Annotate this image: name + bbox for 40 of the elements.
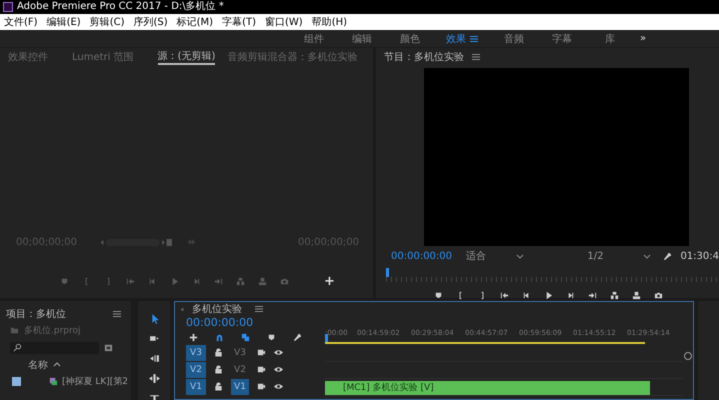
menu-item[interactable]: 标记(M) <box>176 15 214 29</box>
playhead-timecode[interactable]: 00:00:00:00 <box>186 316 325 330</box>
window-title: Adobe Premiere Pro CC 2017 - D:\多机位 * <box>17 1 224 13</box>
menu-item[interactable]: 剪辑(C) <box>90 15 124 29</box>
duration-timecode: 01:30:4 <box>680 250 719 262</box>
source-patch[interactable]: V1 <box>186 378 206 394</box>
panel-tab[interactable]: 效果控件 <box>8 50 48 64</box>
item-name[interactable]: [神探夏 LK][第2 <box>62 375 128 388</box>
workspace-tab[interactable]: 组件 <box>290 32 338 46</box>
panel-tab[interactable]: 源：(无剪辑) <box>158 49 216 65</box>
panel-tab[interactable]: 音频剪辑混合器：多机位实验 <box>227 50 358 64</box>
add-button[interactable]: + <box>324 274 335 288</box>
workspace-tab[interactable]: 效果 <box>446 32 466 46</box>
workspace-tab[interactable]: 库 <box>586 32 634 46</box>
menu-item[interactable]: 编辑(E) <box>46 15 81 29</box>
track-target[interactable]: V1 <box>231 378 249 394</box>
panel-title: 项目：多机位 <box>6 308 66 320</box>
menu-item[interactable]: 字幕(T) <box>222 15 256 29</box>
track-target[interactable]: V2 <box>231 362 249 378</box>
resolution-dropdown[interactable]: 1/2 <box>587 250 652 262</box>
workspace-tab[interactable]: 颜色 <box>386 32 434 46</box>
project-file-name: 多机位.prproj <box>24 324 80 337</box>
source-patch[interactable]: V2 <box>186 362 206 378</box>
panel-title: 节目：多机位实验 <box>384 50 464 64</box>
playhead-timecode[interactable]: 00:00:00:00 <box>391 250 452 262</box>
more-workspaces-button[interactable]: » <box>640 33 646 44</box>
source-patch[interactable]: V3 <box>186 344 206 360</box>
menu-item[interactable]: 文件(F) <box>4 15 38 29</box>
workspace-tab[interactable]: 编辑 <box>338 32 386 46</box>
panel-title: 多机位实验 <box>192 302 242 316</box>
workspace-tab[interactable]: 字幕 <box>538 32 586 46</box>
panel-tab[interactable]: Lumetri 范围 <box>72 50 134 64</box>
zoom-dropdown[interactable]: 适合 <box>466 249 524 263</box>
column-header[interactable]: 名称 <box>28 358 48 372</box>
menu-item[interactable]: 窗口(W) <box>265 15 303 29</box>
track-target[interactable]: V3 <box>231 344 249 360</box>
menu-item[interactable]: 帮助(H) <box>312 15 348 29</box>
menu-item[interactable]: 序列(S) <box>133 15 168 29</box>
workspace-tab[interactable]: 音频 <box>490 32 538 46</box>
video-clip[interactable]: [MC1] 多机位实验 [V] <box>325 381 650 395</box>
